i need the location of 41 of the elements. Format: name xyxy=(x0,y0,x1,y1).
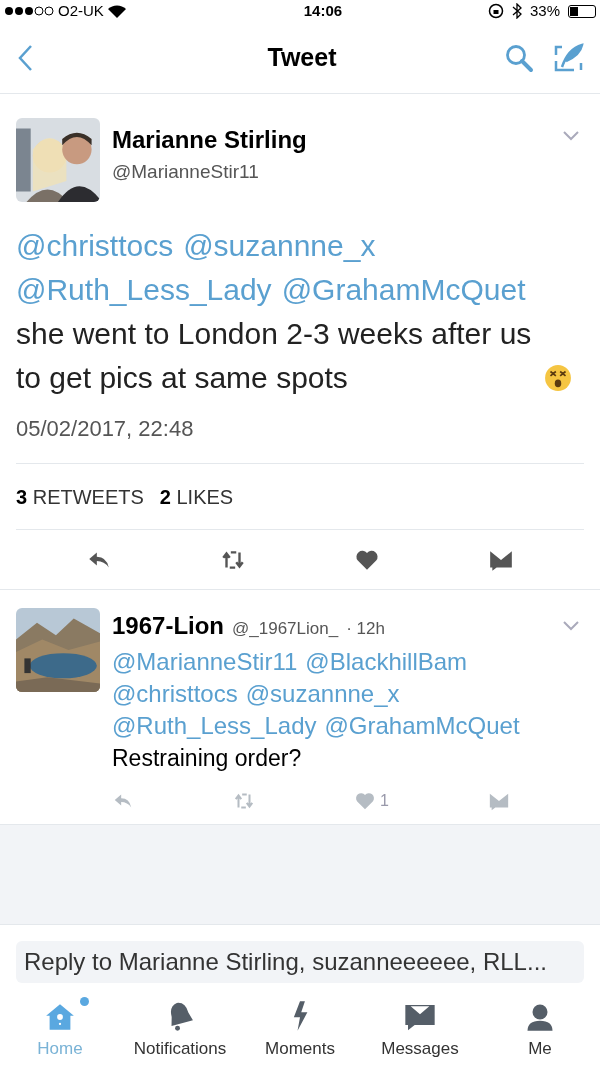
tab-bar-item[interactable]: Home xyxy=(5,991,115,1061)
chevron-down-icon[interactable] xyxy=(562,620,580,632)
search-icon[interactable] xyxy=(504,42,534,73)
mention-link[interactable]: @christtocs xyxy=(112,678,238,710)
reply-input-field[interactable]: Reply to Marianne Stirling, suzanneeeeee, RLL... xyxy=(16,941,584,983)
signal-strength-icon xyxy=(4,6,54,16)
tab-bar-item[interactable]: Notifications xyxy=(125,991,235,1061)
mention-link[interactable]: @BlackhillBam xyxy=(305,646,468,678)
author-handle[interactable]: @MarianneStir11 xyxy=(112,158,550,187)
chevron-down-icon[interactable] xyxy=(562,130,580,142)
bluetooth-icon xyxy=(511,3,522,19)
tab-bar-item[interactable]: Messages xyxy=(365,991,475,1061)
author-name[interactable]: Marianne Stirling xyxy=(112,122,550,158)
reply-text: Restraining order? xyxy=(112,744,303,773)
mention-link[interactable]: @Ruth_Less_Lady xyxy=(112,710,317,742)
tweet-timestamp: 05/02/2017, 22:48 xyxy=(16,415,195,443)
mention-link[interactable]: @MarianneStir11 xyxy=(112,646,298,678)
rotation-lock-icon xyxy=(487,3,504,19)
author-handle[interactable]: @_1967Lion_ xyxy=(232,616,339,642)
mention-link[interactable]: @GrahamMcQuet xyxy=(324,710,520,742)
like-count: 1 xyxy=(380,791,389,811)
mention-link[interactable]: @GrahamMcQuet xyxy=(281,268,526,312)
wifi-icon xyxy=(107,4,126,18)
compose-icon[interactable] xyxy=(554,42,584,73)
tweet-text: she went to London 2-3 weeks after us to get pics at same spots xyxy=(16,316,533,396)
mention-link[interactable]: @suzannne_x xyxy=(245,678,400,710)
mention-link[interactable]: @christtocs xyxy=(16,224,174,268)
page-title: Tweet xyxy=(267,41,337,73)
reply-time: · 12h xyxy=(346,618,385,640)
mention-link[interactable]: @Ruth_Less_Lady xyxy=(16,268,272,312)
dizzy-face-emoji-icon xyxy=(544,364,572,392)
engagement-count[interactable]: 2 LIKES xyxy=(159,481,234,512)
engagement-count[interactable]: 3 RETWEETS xyxy=(16,481,144,512)
battery-icon xyxy=(568,4,596,18)
battery-percentage: 33% xyxy=(529,0,560,21)
tab-bar-item[interactable]: Moments xyxy=(245,991,355,1061)
carrier-name: O2-UK xyxy=(58,0,104,21)
clock-time: 14:06 xyxy=(303,0,343,21)
tab-bar-item[interactable]: Me xyxy=(485,991,595,1061)
mention-link[interactable]: @suzannne_x xyxy=(183,224,376,268)
author-name[interactable]: 1967-Lion xyxy=(112,608,225,644)
